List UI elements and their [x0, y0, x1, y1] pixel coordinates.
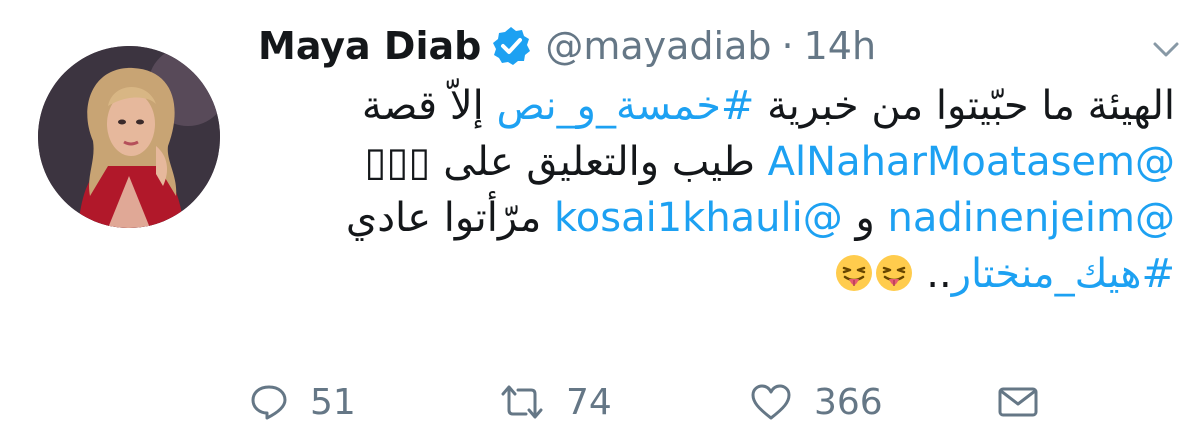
dots: .. [926, 251, 952, 297]
tweet-line: #هيك_منختار.. [250, 246, 1175, 302]
winking-face-with-tongue-icon [834, 252, 874, 292]
reply-button[interactable]: 51 [250, 370, 356, 434]
chevron-down-icon[interactable] [1150, 36, 1182, 62]
reply-count: 51 [310, 381, 356, 423]
like-button[interactable]: 366 [750, 370, 883, 434]
tweet-line: الهيئة ما حبّيتوا من خبرية #خمسة_و_نص إل… [250, 78, 1175, 134]
display-name[interactable]: Maya Diab [258, 24, 481, 68]
reply-icon [251, 385, 287, 420]
verified-badge-icon [491, 26, 531, 66]
separator-dot: · [781, 24, 794, 68]
timestamp[interactable]: 14h [804, 24, 876, 68]
mail-icon [998, 387, 1038, 417]
text-segment: مرّأتوا عادي [345, 195, 555, 241]
tweet-header: Maya Diab @mayadiab · 14h [258, 14, 876, 78]
heart-icon [751, 384, 791, 420]
text-segment: الهيئة ما حبّيتوا من خبرية [754, 83, 1175, 129]
tweet-line: @nadinenjeim و @kosai1khauli مرّأتوا عاد… [250, 190, 1175, 246]
unsupported-glyphs: ▯▯▯ [364, 139, 431, 185]
retweet-button[interactable]: 74 [500, 370, 612, 434]
winking-face-with-tongue-icon [874, 252, 914, 292]
direct-message-button[interactable] [998, 370, 1038, 434]
hashtag-link[interactable]: #خمسة_و_نص [497, 83, 755, 129]
avatar[interactable] [38, 46, 220, 228]
like-count: 366 [814, 381, 883, 423]
text-segment: إلاّ قصة [361, 83, 497, 129]
mention-link[interactable]: @nadinenjeim [888, 195, 1175, 241]
tweet-text: الهيئة ما حبّيتوا من خبرية #خمسة_و_نص إل… [250, 78, 1175, 302]
avatar-image [38, 46, 220, 228]
text-segment: و [842, 195, 888, 241]
text-segment: طيب والتعليق على [443, 139, 768, 185]
tweet-line: @AlNaharMoatasem طيب والتعليق على ▯▯▯ [250, 134, 1175, 190]
retweet-icon [501, 385, 543, 419]
handle[interactable]: @mayadiab [545, 24, 771, 68]
tweet-actions: 51 74 366 [250, 370, 1190, 434]
mention-link[interactable]: @AlNaharMoatasem [768, 139, 1175, 185]
retweet-count: 74 [566, 381, 612, 423]
hashtag-link[interactable]: #هيك_منختار [952, 251, 1175, 297]
mention-link[interactable]: @kosai1khauli [554, 195, 843, 241]
